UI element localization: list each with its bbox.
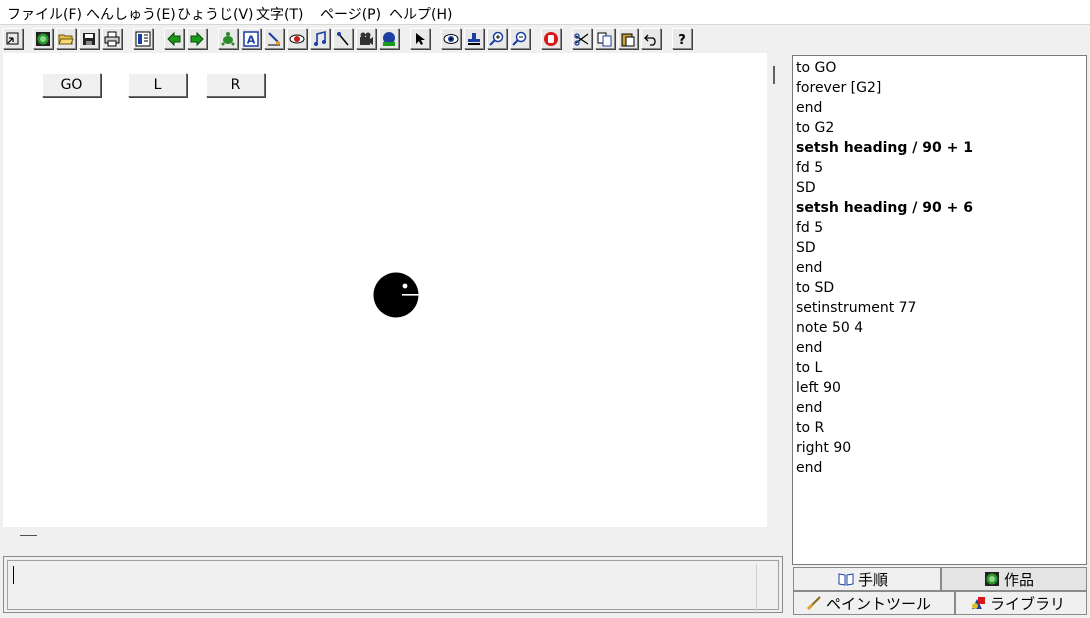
procedure-line[interactable]: fd 5: [796, 158, 823, 178]
pointer-icon[interactable]: [410, 28, 430, 49]
command-scrollbar[interactable]: [756, 564, 775, 614]
svg-text:?: ?: [678, 33, 686, 47]
zoom-in-icon[interactable]: [487, 28, 507, 49]
command-center[interactable]: [3, 556, 783, 614]
procedure-line[interactable]: end: [796, 398, 822, 418]
globe-blue-icon[interactable]: [379, 28, 399, 49]
procedures-pane[interactable]: to GO forever [G2] end to G2 setsh heading /…: [792, 55, 1087, 565]
tab-paint-tools-label: ペイントツール: [826, 594, 932, 613]
drawing-canvas[interactable]: GO L R: [3, 53, 767, 527]
turtle-icon[interactable]: [218, 28, 238, 49]
procedure-line[interactable]: left 90: [796, 378, 841, 398]
stamp-icon[interactable]: [464, 28, 484, 49]
procedure-line[interactable]: to G2: [796, 118, 834, 138]
zoom-out-icon[interactable]: [510, 28, 530, 49]
tab-projects-label: 作品: [1004, 570, 1035, 589]
eye-color-icon[interactable]: [287, 28, 307, 49]
music-note-icon[interactable]: [310, 28, 330, 49]
procedure-line[interactable]: SD: [796, 238, 816, 258]
undo-icon[interactable]: [641, 28, 661, 49]
toolbar: A ?: [0, 26, 1090, 52]
menu-help[interactable]: ヘルプ(H): [389, 4, 452, 24]
procedure-line[interactable]: SD: [796, 178, 816, 198]
left-button[interactable]: L: [128, 73, 187, 97]
eye-icon[interactable]: [441, 28, 461, 49]
procedure-line[interactable]: note 50 4: [796, 318, 863, 338]
menu-view[interactable]: ひょうじ(V): [177, 4, 254, 24]
svg-text:A: A: [247, 33, 256, 46]
procedure-line[interactable]: to L: [796, 358, 822, 378]
canvas-scroll-marker: [773, 66, 775, 84]
arrow-right-icon[interactable]: [187, 28, 207, 49]
text-caret: [13, 566, 14, 584]
splitter-grip[interactable]: [20, 535, 37, 536]
procedure-line[interactable]: end: [796, 258, 822, 278]
shapes-icon: [972, 597, 985, 609]
procedure-line[interactable]: right 90: [796, 438, 851, 458]
hand-stop-icon[interactable]: [541, 28, 561, 49]
procedure-line[interactable]: setsh heading / 90 + 6: [796, 198, 973, 218]
turtle-sprite[interactable]: [373, 272, 419, 318]
movie-icon[interactable]: [356, 28, 376, 49]
procedure-line[interactable]: end: [796, 338, 822, 358]
command-input[interactable]: [7, 560, 779, 614]
arrow-left-icon[interactable]: [164, 28, 184, 49]
open-folder-icon[interactable]: [56, 28, 76, 49]
copy-icon[interactable]: [595, 28, 615, 49]
melody-icon[interactable]: [333, 28, 353, 49]
procedure-line[interactable]: setsh heading / 90 + 1: [796, 138, 973, 158]
project-globe-icon: [985, 572, 999, 586]
save-icon[interactable]: [79, 28, 99, 49]
tab-paint-tools[interactable]: ペイントツール: [793, 591, 955, 615]
procedure-line[interactable]: to GO: [796, 58, 836, 78]
right-button[interactable]: R: [206, 73, 265, 97]
menu-page[interactable]: ページ(P): [320, 4, 381, 24]
procedure-line[interactable]: to SD: [796, 278, 834, 298]
procedure-line[interactable]: fd 5: [796, 218, 823, 238]
paste-icon[interactable]: [618, 28, 638, 49]
procedure-line[interactable]: end: [796, 458, 822, 478]
go-button[interactable]: GO: [42, 73, 101, 97]
menu-text[interactable]: 文字(T): [256, 4, 303, 24]
scissors-icon[interactable]: [572, 28, 592, 49]
book-icon: [838, 573, 854, 586]
tab-projects[interactable]: 作品: [941, 567, 1087, 591]
tab-library-label: ライブラリ: [990, 594, 1066, 613]
text-box-icon[interactable]: A: [241, 28, 261, 49]
print-icon[interactable]: [102, 28, 122, 49]
menu-bar: ファイル(F) へんしゅう(E) ひょうじ(V) 文字(T) ページ(P) ヘル…: [0, 0, 1090, 25]
tab-library[interactable]: ライブラリ: [955, 591, 1087, 615]
procedure-line[interactable]: setinstrument 77: [796, 298, 916, 318]
procedure-line[interactable]: end: [796, 98, 822, 118]
page-list-icon[interactable]: [133, 28, 153, 49]
procedure-line[interactable]: forever [G2]: [796, 78, 881, 98]
help-icon[interactable]: ?: [672, 28, 692, 49]
procedure-line[interactable]: to R: [796, 418, 824, 438]
menu-edit[interactable]: へんしゅう(E): [86, 4, 176, 24]
tab-procedures-label: 手順: [858, 570, 889, 589]
new-page-icon[interactable]: [3, 28, 23, 49]
brush-icon: [806, 596, 821, 611]
globe-icon[interactable]: [33, 28, 53, 49]
paint-icon[interactable]: [264, 28, 284, 49]
tab-procedures[interactable]: 手順: [793, 567, 941, 591]
menu-file[interactable]: ファイル(F): [7, 4, 82, 24]
